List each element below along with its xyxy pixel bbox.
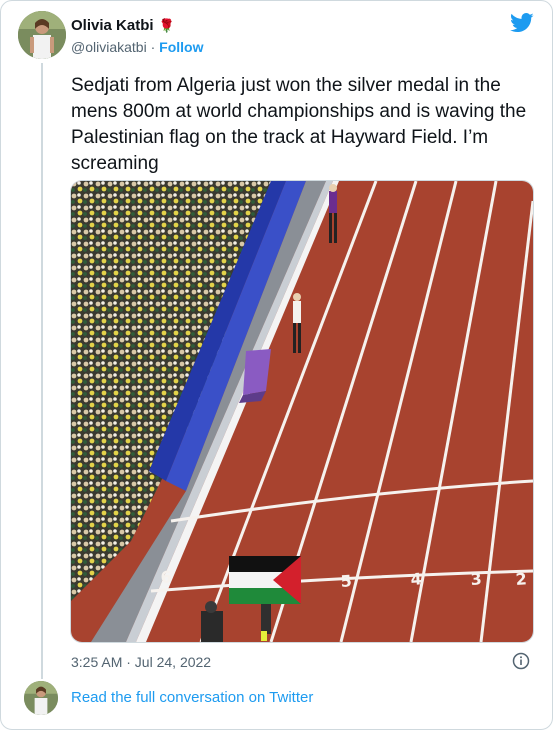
svg-text:2: 2 <box>515 569 527 589</box>
palestinian-flag <box>229 556 301 604</box>
svg-text:6: 6 <box>160 567 172 587</box>
follow-button[interactable]: Follow <box>159 39 203 55</box>
read-full-conversation-link[interactable]: Read the full conversation on Twitter <box>71 689 313 707</box>
author-handle[interactable]: @oliviakatbi <box>71 39 147 55</box>
handle-row: @oliviakatbi · Follow <box>71 38 203 56</box>
svg-text:5: 5 <box>340 571 352 591</box>
author-avatar[interactable] <box>18 11 66 59</box>
info-icon[interactable] <box>512 652 530 670</box>
rose-emoji: 🌹 <box>158 18 175 33</box>
author-name[interactable]: Olivia Katbi <box>71 17 154 35</box>
thread-line <box>41 63 43 679</box>
tweet-card: Olivia Katbi 🌹 @oliviakatbi · Follow Sed… <box>0 0 553 730</box>
twitter-bird-icon[interactable] <box>510 13 534 33</box>
svg-text:4: 4 <box>410 569 422 589</box>
svg-text:3: 3 <box>470 569 482 589</box>
tweet-timestamp[interactable]: 3:25 AM · Jul 24, 2022 <box>71 653 211 671</box>
author-name-row[interactable]: Olivia Katbi 🌹 <box>71 17 175 35</box>
tweet-photo[interactable]: 6 5 4 3 2 <box>70 180 534 643</box>
tweet-text: Sedjati from Algeria just won the silver… <box>71 75 527 174</box>
separator-dot: · <box>150 39 156 55</box>
reply-avatar[interactable] <box>24 681 58 715</box>
stadium-photo: 6 5 4 3 2 <box>71 181 533 642</box>
